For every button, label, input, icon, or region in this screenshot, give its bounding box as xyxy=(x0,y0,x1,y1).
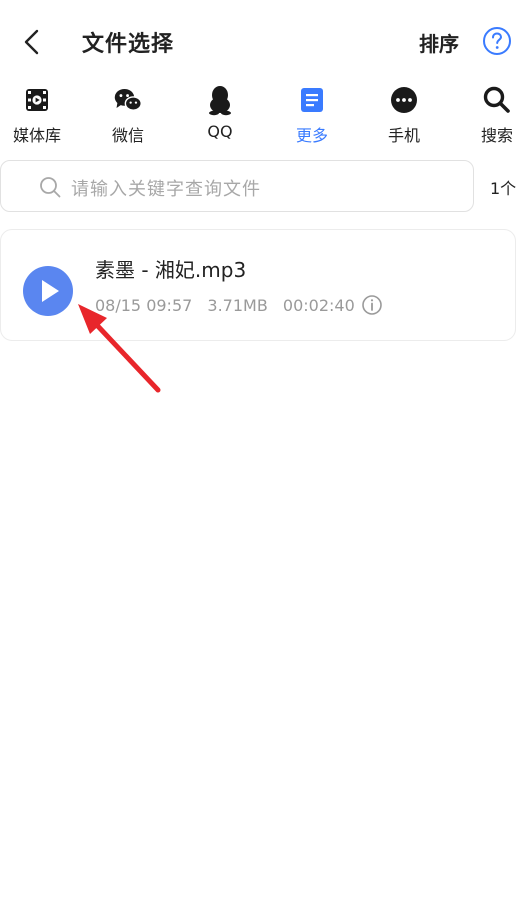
tab-wechat[interactable]: 微信 xyxy=(97,84,159,150)
page-title: 文件选择 xyxy=(82,32,175,57)
document-icon xyxy=(301,88,323,112)
search-icon xyxy=(483,86,510,113)
tab-label: 搜索 xyxy=(480,126,513,145)
tab-label: 更多 xyxy=(295,126,328,145)
file-name: 素墨 - 湘妃.mp3 xyxy=(95,258,247,282)
search-icon xyxy=(40,177,61,198)
sort-button[interactable]: 排序 xyxy=(419,28,459,57)
search-placeholder: 请输入关键字查询文件 xyxy=(71,179,261,200)
tab-more[interactable]: 更多 xyxy=(281,84,343,150)
play-icon xyxy=(42,280,59,302)
file-size: 3.71MB xyxy=(207,296,268,315)
tab-search[interactable]: 搜索 xyxy=(466,84,516,150)
tab-qq[interactable]: QQ xyxy=(189,84,251,150)
tab-media-library[interactable]: 媒体库 xyxy=(6,84,68,150)
tab-label: 媒体库 xyxy=(12,126,61,145)
file-meta: 08/15 09:57 3.71MB 00:02:40 xyxy=(95,296,365,315)
wechat-icon xyxy=(114,88,142,111)
qq-penguin-icon xyxy=(209,86,231,116)
file-count: 1个 xyxy=(490,179,516,198)
header: 文件选择 排序 xyxy=(0,0,516,82)
list-item[interactable]: 素墨 - 湘妃.mp3 08/15 09:57 3.71MB 00:02:40 xyxy=(0,229,516,341)
file-date: 08/15 09:57 xyxy=(95,296,193,315)
info-icon[interactable] xyxy=(361,294,383,316)
play-button[interactable] xyxy=(23,266,73,316)
source-tabs: 媒体库 微信 QQ 更多 手机 搜索 xyxy=(0,84,516,150)
back-button[interactable] xyxy=(14,24,50,60)
search-input[interactable]: 请输入关键字查询文件 xyxy=(0,160,474,212)
tab-label: 微信 xyxy=(111,126,144,145)
tab-phone[interactable]: 手机 xyxy=(373,84,435,150)
more-dots-icon xyxy=(391,87,417,113)
tab-label: QQ xyxy=(207,122,233,141)
film-icon xyxy=(26,89,48,111)
tab-label: 手机 xyxy=(387,126,420,145)
chevron-left-icon xyxy=(24,29,39,55)
question-circle-icon[interactable] xyxy=(482,26,512,56)
file-duration: 00:02:40 xyxy=(282,296,355,315)
